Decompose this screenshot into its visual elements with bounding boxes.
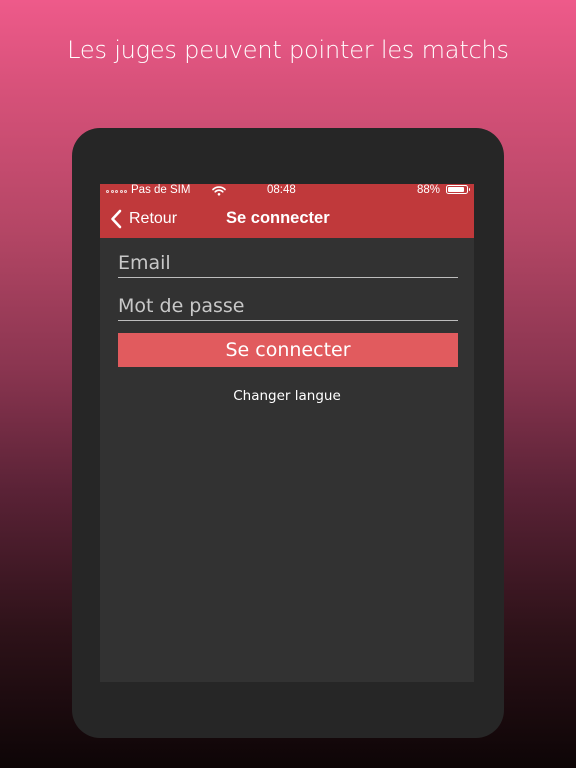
status-time: 08:48: [267, 184, 296, 196]
promo-tagline: Les juges peuvent pointer les matchs: [67, 36, 509, 64]
password-field[interactable]: [118, 292, 458, 320]
battery-icon: [446, 185, 470, 194]
email-field-container: [118, 249, 458, 278]
carrier-label: Pas de SIM: [131, 184, 191, 196]
navigation-bar: Retour Se connecter: [100, 198, 474, 238]
battery-level: [448, 187, 464, 192]
signal-dots-icon: [106, 190, 127, 193]
back-button[interactable]: Retour: [110, 208, 177, 230]
change-language-link[interactable]: Changer langue: [100, 388, 474, 404]
page-title: Se connecter: [226, 209, 330, 227]
chevron-left-icon: [111, 209, 122, 229]
login-button[interactable]: Se connecter: [118, 333, 458, 367]
wifi-icon: [212, 186, 226, 196]
password-field-container: [118, 292, 458, 321]
app-screen: Pas de SIM 08:48 88% Retour Se connecter…: [100, 184, 474, 682]
email-field[interactable]: [118, 249, 458, 277]
battery-percent: 88%: [416, 184, 440, 196]
status-bar: Pas de SIM 08:48 88%: [100, 184, 474, 198]
back-label: Retour: [129, 210, 178, 227]
